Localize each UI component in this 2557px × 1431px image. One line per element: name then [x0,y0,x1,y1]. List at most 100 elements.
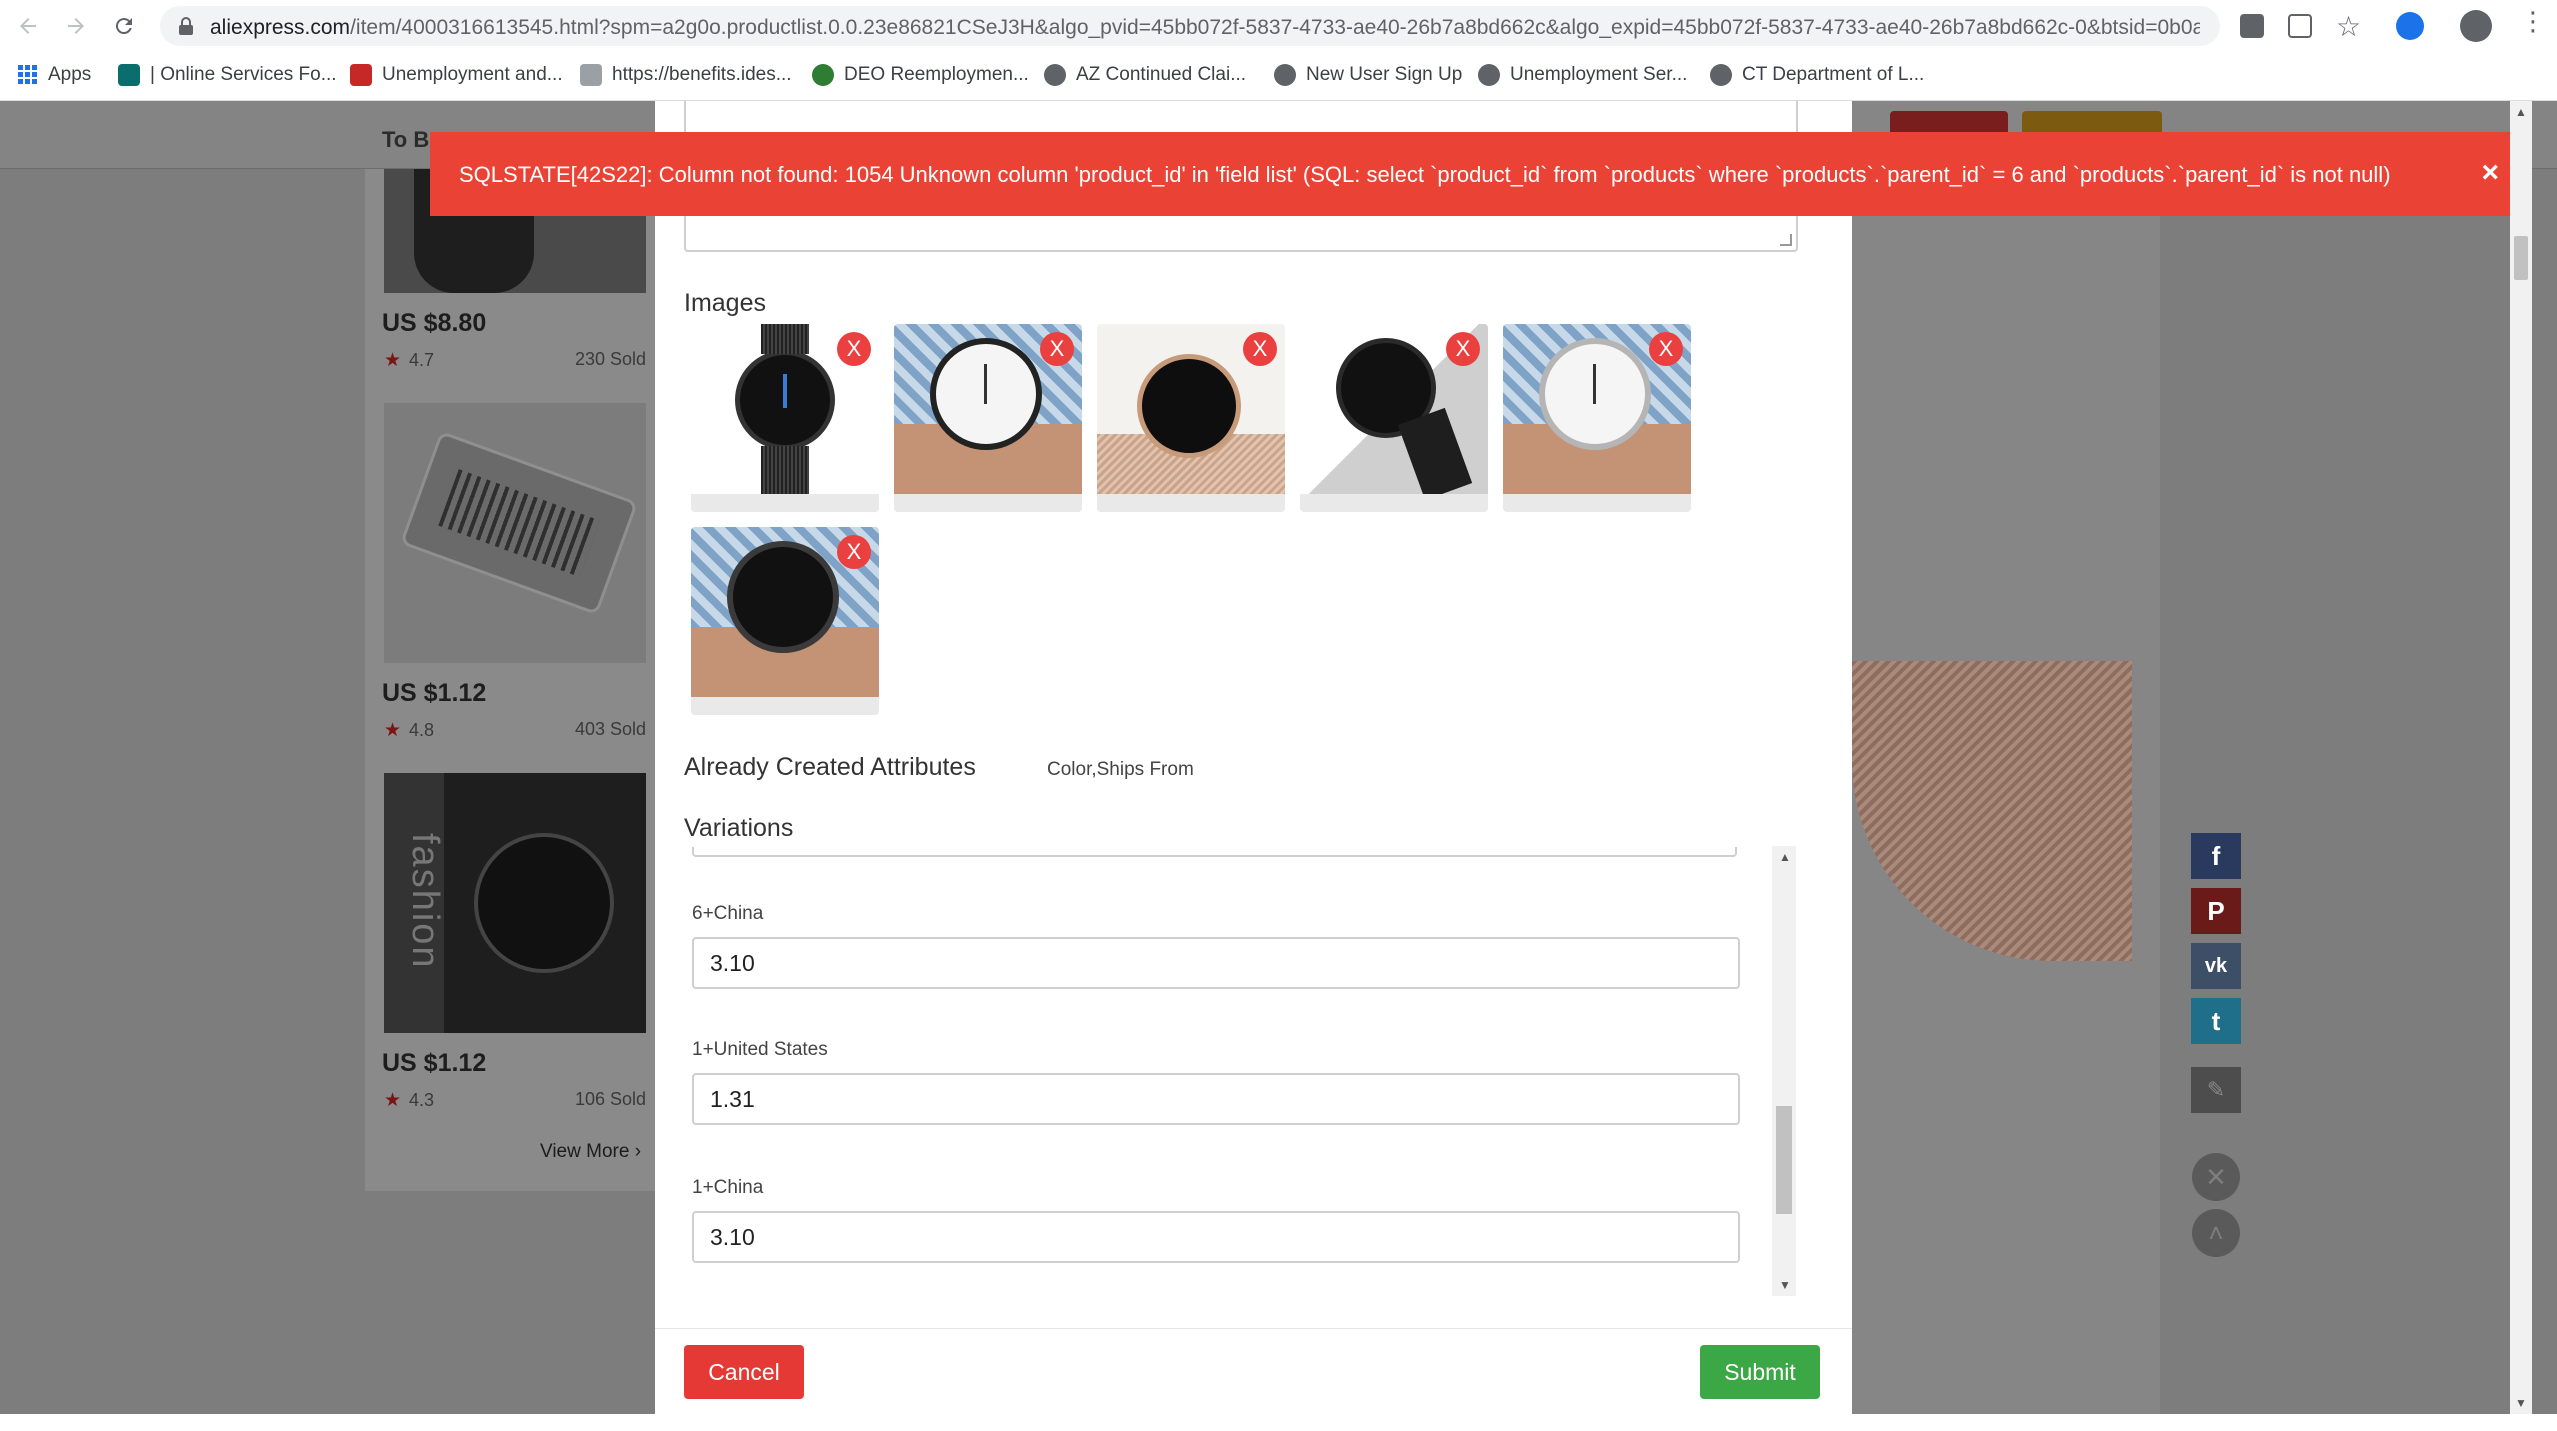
status-strip [0,1414,2557,1431]
window-scrollbar[interactable]: ▲ ▼ [2510,101,2532,1416]
close-alert-button[interactable]: × [2481,156,2499,190]
lock-icon [179,17,193,35]
product-rating: ★ 4.7 [384,350,435,371]
product-image[interactable] [384,403,646,663]
star-icon: ★ [384,1090,402,1111]
back-button[interactable] [12,10,44,42]
variation-price-input[interactable] [692,1211,1740,1263]
scroll-up-arrow-icon[interactable]: ▲ [2515,105,2527,119]
image-thumbnail[interactable]: X [894,324,1082,512]
bookmark-unemployment-ser[interactable]: Unemployment Ser... [1478,64,1687,86]
variation-label: 1+United States [692,1039,828,1060]
facebook-icon: f [2211,840,2221,871]
error-message: SQLSTATE[42S22]: Column not found: 1054 … [459,162,2391,187]
remove-image-button[interactable]: X [837,332,871,366]
menu-icon[interactable]: ⋮ [2520,8,2546,34]
bookmark-deo[interactable]: DEO Reemploymen... [812,64,1029,86]
product-sold-count: 403 Sold [575,719,647,739]
product-price: US $8.80 [382,309,487,337]
close-icon: × [2481,156,2499,189]
product-sold-count: 230 Sold [575,349,647,369]
scroll-top-button[interactable]: ˄ [2192,1209,2240,1257]
bookmark-benefits-ides[interactable]: https://benefits.ides... [580,64,792,86]
star-icon[interactable]: ☆ [2336,10,2361,43]
attributes-value: Color,Ships From [1047,759,1194,780]
forward-arrow-icon [68,18,84,34]
bookmark-apps[interactable]: Apps [18,64,91,86]
variations-scrollbar[interactable]: ▲ ▼ [1772,846,1796,1296]
vk-icon: vk [2204,954,2228,977]
facebook-share-button[interactable]: f [2191,833,2241,879]
product-image[interactable]: fashion [384,773,646,1033]
bookmark-ct-department[interactable]: CT Department of L... [1710,64,1924,86]
twitter-icon: t [2211,1005,2221,1036]
globe-icon [1710,64,1732,86]
profile-avatar-icon[interactable] [2460,10,2492,42]
image-thumbnail[interactable]: X [1097,324,1285,512]
browser-toolbar: aliexpress.com/item/4000316613545.html?s… [0,0,2557,52]
page-backdrop: To Be US $8.80 ★ 4.7 230 Sold US $1.12 ★ 4… [0,101,2557,1431]
address-bar[interactable]: aliexpress.com/item/4000316613545.html?s… [160,6,2220,46]
variation-price-input[interactable] [692,1073,1740,1125]
bookmark-az[interactable]: AZ Continued Clai... [1044,64,1246,86]
variation-price-input[interactable] [692,937,1740,989]
pencil-icon: ✎ [2206,1077,2226,1102]
scrollbar-thumb[interactable] [2514,236,2528,280]
variation-input-partial[interactable] [692,847,1737,857]
scroll-up-arrow-icon[interactable]: ▲ [1779,850,1791,864]
reload-button[interactable] [108,10,140,42]
edit-button[interactable]: ✎ [2191,1067,2241,1113]
remove-image-button[interactable]: X [1243,332,1277,366]
product-sold-count: 106 Sold [575,1089,647,1109]
variations-title: Variations [684,814,794,842]
product-rating: ★ 4.8 [384,720,435,741]
pinterest-share-button[interactable]: P [2191,888,2241,934]
image-thumbnail[interactable]: X [1300,324,1488,512]
resize-handle-icon[interactable] [1780,234,1792,246]
pinterest-icon: P [2207,895,2225,926]
scrollbar-thumb[interactable] [1776,1106,1792,1214]
view-more-link[interactable]: View More › [540,1141,641,1163]
bookmark-unemployment[interactable]: Unemployment and... [350,64,563,86]
forward-button[interactable] [60,10,92,42]
bookmark-favicon-icon [350,64,372,86]
product-price: US $1.12 [382,679,487,707]
product-rating: ★ 4.3 [384,1090,435,1111]
chevron-right-icon: › [634,1141,642,1162]
remove-image-button[interactable]: X [1649,332,1683,366]
remove-image-button[interactable]: X [1446,332,1480,366]
remove-image-button[interactable]: X [837,535,871,569]
cast-icon[interactable] [2288,14,2312,38]
url-text: aliexpress.com/item/4000316613545.html?s… [210,16,2200,39]
star-icon: ★ [384,350,402,371]
scroll-down-arrow-icon[interactable]: ▼ [2515,1396,2527,1410]
bookmarks-bar: Apps | Online Services Fo... Unemploymen… [0,56,2557,96]
vk-share-button[interactable]: vk [2191,943,2241,989]
browser-chrome: aliexpress.com/item/4000316613545.html?s… [0,0,2557,101]
cancel-button[interactable]: Cancel [684,1345,804,1399]
submit-button[interactable]: Submit [1700,1345,1820,1399]
fashion-text: fashion [404,833,446,970]
image-thumbnail[interactable]: X [1503,324,1691,512]
extension-arrow-icon[interactable] [2396,12,2424,40]
star-icon: ★ [384,720,402,741]
image-thumbnail[interactable]: X [691,527,879,715]
bookmark-favicon-icon [580,64,602,86]
bookmark-favicon-icon [812,64,834,86]
bookmark-online-services[interactable]: | Online Services Fo... [118,64,337,86]
image-thumbnail[interactable]: X [691,324,879,512]
remove-image-button[interactable]: X [1040,332,1074,366]
variation-label: 1+China [692,1177,764,1198]
variations-list: 6+China 1+United States 1+China [684,847,1786,1295]
apps-grid-icon [18,65,37,84]
scroll-down-arrow-icon[interactable]: ▼ [1779,1278,1791,1292]
close-icon: ✕ [2205,1161,2227,1192]
twitter-share-button[interactable]: t [2191,998,2241,1044]
product-price: US $1.12 [382,1049,487,1077]
close-circle-button[interactable]: ✕ [2192,1153,2240,1201]
variation-label: 6+China [692,903,764,924]
globe-icon [1044,64,1066,86]
bookmark-new-user[interactable]: New User Sign Up [1274,64,1462,86]
extension-icon[interactable] [2240,14,2264,38]
bookmark-favicon-icon [118,64,140,86]
